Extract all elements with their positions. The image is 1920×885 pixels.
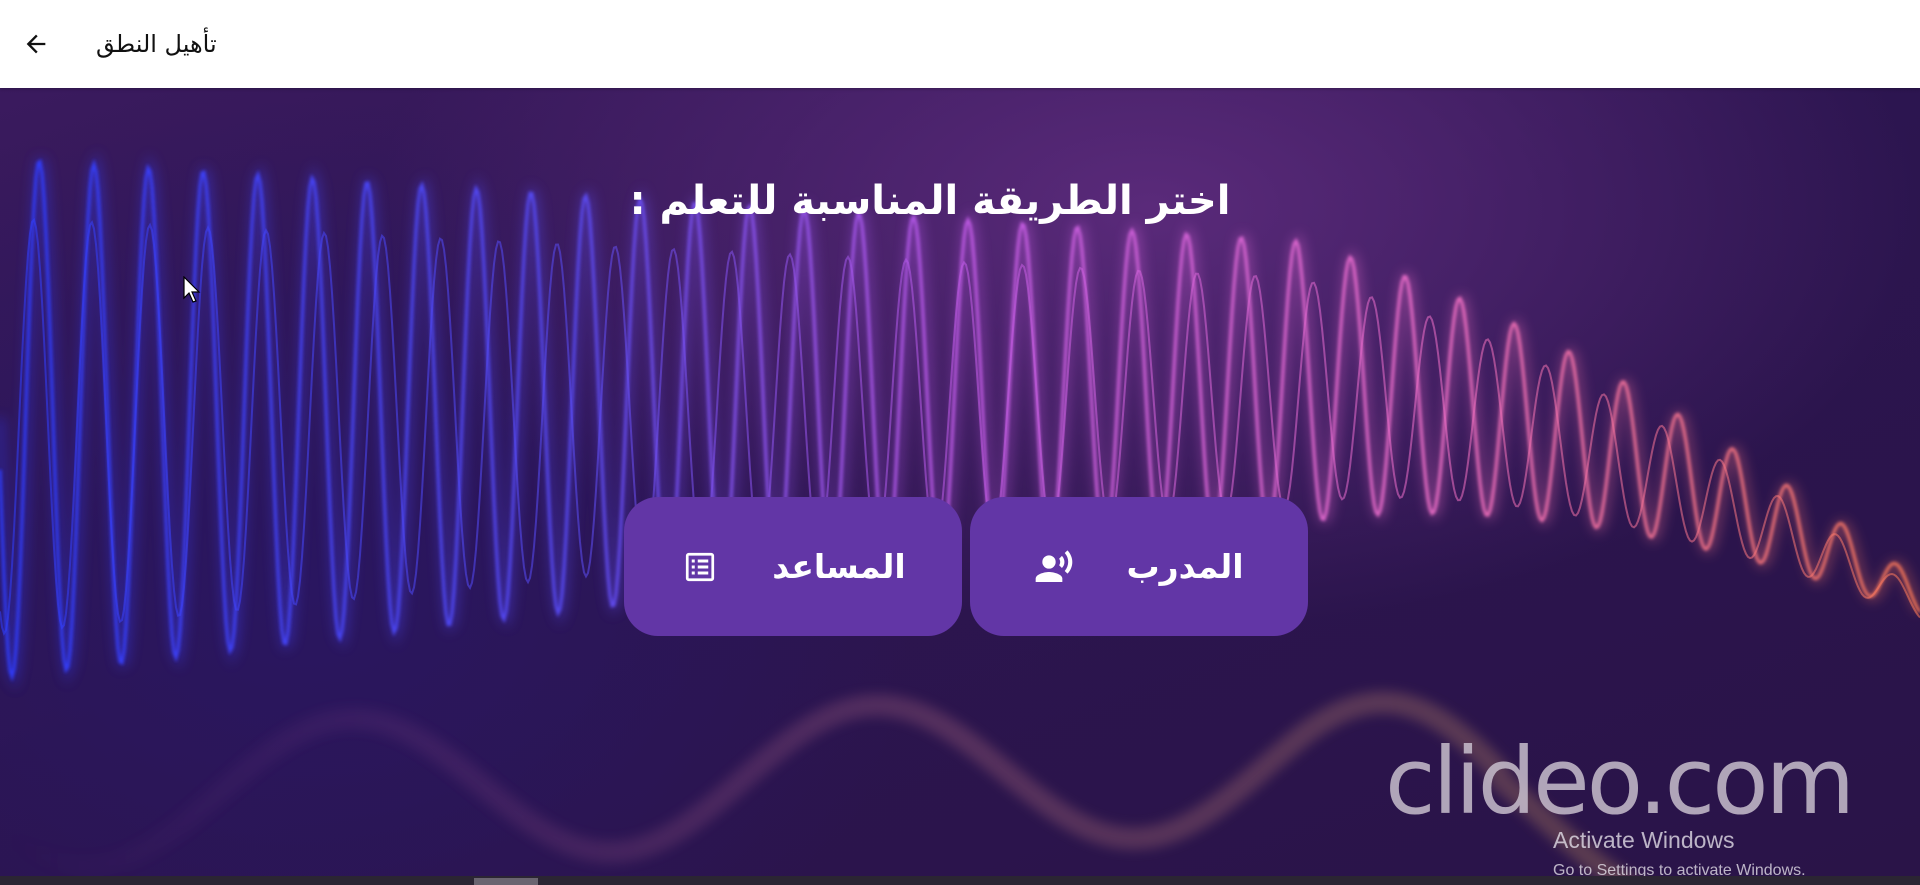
activation-title: Activate Windows bbox=[1553, 827, 1735, 853]
trainer-button-label: المدرب bbox=[1126, 547, 1244, 586]
bottom-scrollbar[interactable] bbox=[0, 876, 1920, 885]
windows-activation-notice: Activate Windows Go to Settings to activ… bbox=[1553, 827, 1806, 880]
assistant-button[interactable]: المساعد bbox=[624, 497, 962, 636]
heading-text: اختر الطريقة المناسبة للتعلم : bbox=[629, 178, 1231, 224]
scrollbar-thumb[interactable] bbox=[474, 878, 538, 885]
watermark-logo: clideo.com bbox=[1385, 728, 1855, 835]
mouse-cursor-icon bbox=[183, 276, 201, 303]
back-button[interactable] bbox=[18, 26, 54, 62]
voice-person-icon bbox=[1034, 547, 1074, 587]
arrow-left-icon bbox=[26, 34, 46, 54]
list-document-icon bbox=[680, 547, 720, 587]
app-bar: تأهيل النطق bbox=[0, 0, 1920, 88]
hero-section: اختر الطريقة المناسبة للتعلم : المساعد ا… bbox=[0, 88, 1920, 885]
trainer-button[interactable]: المدرب bbox=[970, 497, 1308, 636]
app-title: تأهيل النطق bbox=[96, 30, 217, 58]
assistant-button-label: المساعد bbox=[772, 547, 906, 586]
page-heading: اختر الطريقة المناسبة للتعلم : bbox=[0, 178, 1920, 224]
